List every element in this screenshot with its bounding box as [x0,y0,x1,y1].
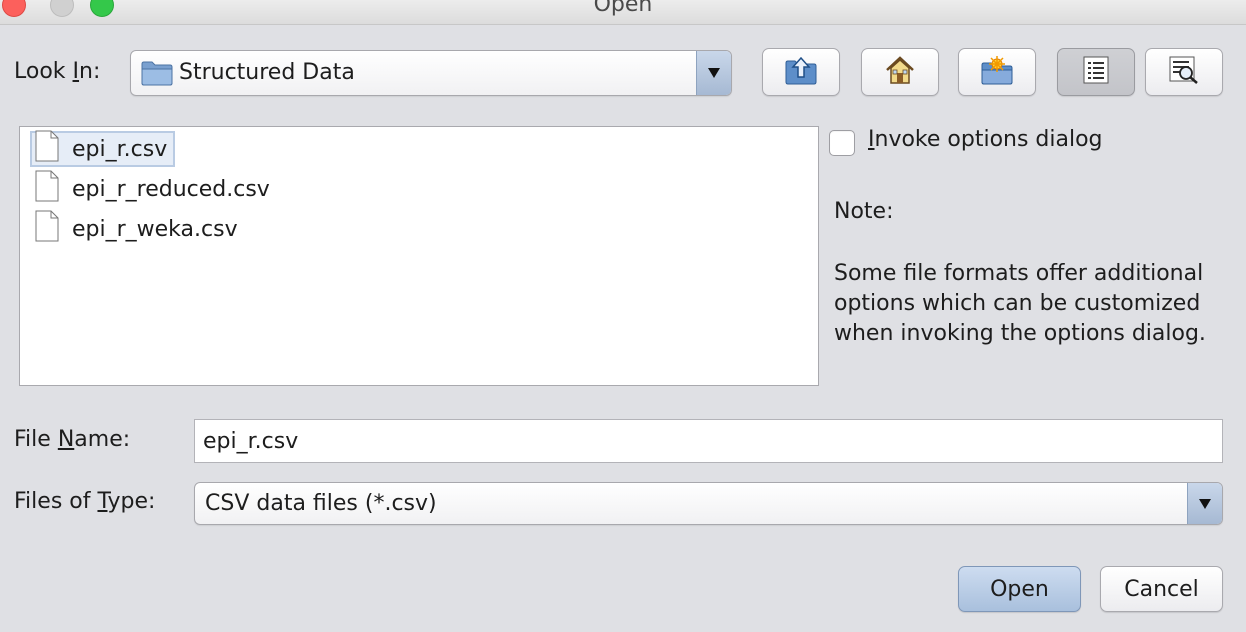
title-bar: Open [0,0,1246,25]
look-in-label: Look In: [14,59,101,84]
open-button[interactable]: Open [958,566,1081,612]
home-button[interactable] [861,48,939,96]
file-name-label: epi_r_weka.csv [72,216,238,242]
look-in-combo[interactable]: Structured Data [130,50,732,96]
window-title: Open [593,0,653,17]
new-folder-button[interactable] [958,48,1036,96]
list-icon [1083,56,1109,88]
note-text: Some file formats offer additional optio… [834,259,1234,349]
note-line: when invoking the options dialog. [834,321,1206,346]
file-name-value: epi_r.csv [203,428,299,454]
new-folder-icon [980,55,1014,89]
files-of-type-label: Files of Type: [14,489,156,514]
note-title: Note: [834,199,894,224]
up-one-level-button[interactable] [762,48,840,96]
files-of-type-value: CSV data files (*.csv) [205,491,437,516]
note-line: Some file formats offer additional [834,261,1204,286]
look-in-dropdown-arrow[interactable] [696,51,731,95]
invoke-options-label[interactable]: Invoke options dialog [868,127,1103,152]
document-icon [34,210,60,248]
details-view-button[interactable] [1145,48,1223,96]
file-item-epi-r-reduced[interactable]: epi_r_reduced.csv [32,170,276,208]
file-name-label: epi_r.csv [72,136,168,162]
folder-icon [141,60,173,90]
cancel-button[interactable]: Cancel [1100,566,1223,612]
file-name-field[interactable]: epi_r.csv [194,419,1223,463]
chevron-down-icon [1199,498,1211,509]
document-icon [34,130,60,168]
files-of-type-dropdown-arrow[interactable] [1187,483,1222,524]
open-dialog: Open Look In: Structured Data epi_r.csv … [0,0,1246,632]
chevron-down-icon [708,68,720,78]
invoke-options-checkbox[interactable] [829,130,855,156]
list-view-button[interactable] [1057,48,1135,96]
folder-up-icon [784,55,818,89]
look-in-value: Structured Data [179,60,355,85]
home-icon [884,55,916,89]
file-name-label: File Name: [14,427,131,452]
file-list[interactable]: epi_r.csv epi_r_reduced.csv epi_r_weka.c… [19,126,819,386]
document-icon [34,170,60,208]
file-item-epi-r[interactable]: epi_r.csv [30,130,176,168]
file-name-label: epi_r_reduced.csv [72,176,270,202]
details-icon [1169,56,1199,88]
files-of-type-combo[interactable]: CSV data files (*.csv) [194,482,1223,525]
file-item-epi-r-weka[interactable]: epi_r_weka.csv [32,210,244,248]
note-line: options which can be customized [834,291,1201,316]
